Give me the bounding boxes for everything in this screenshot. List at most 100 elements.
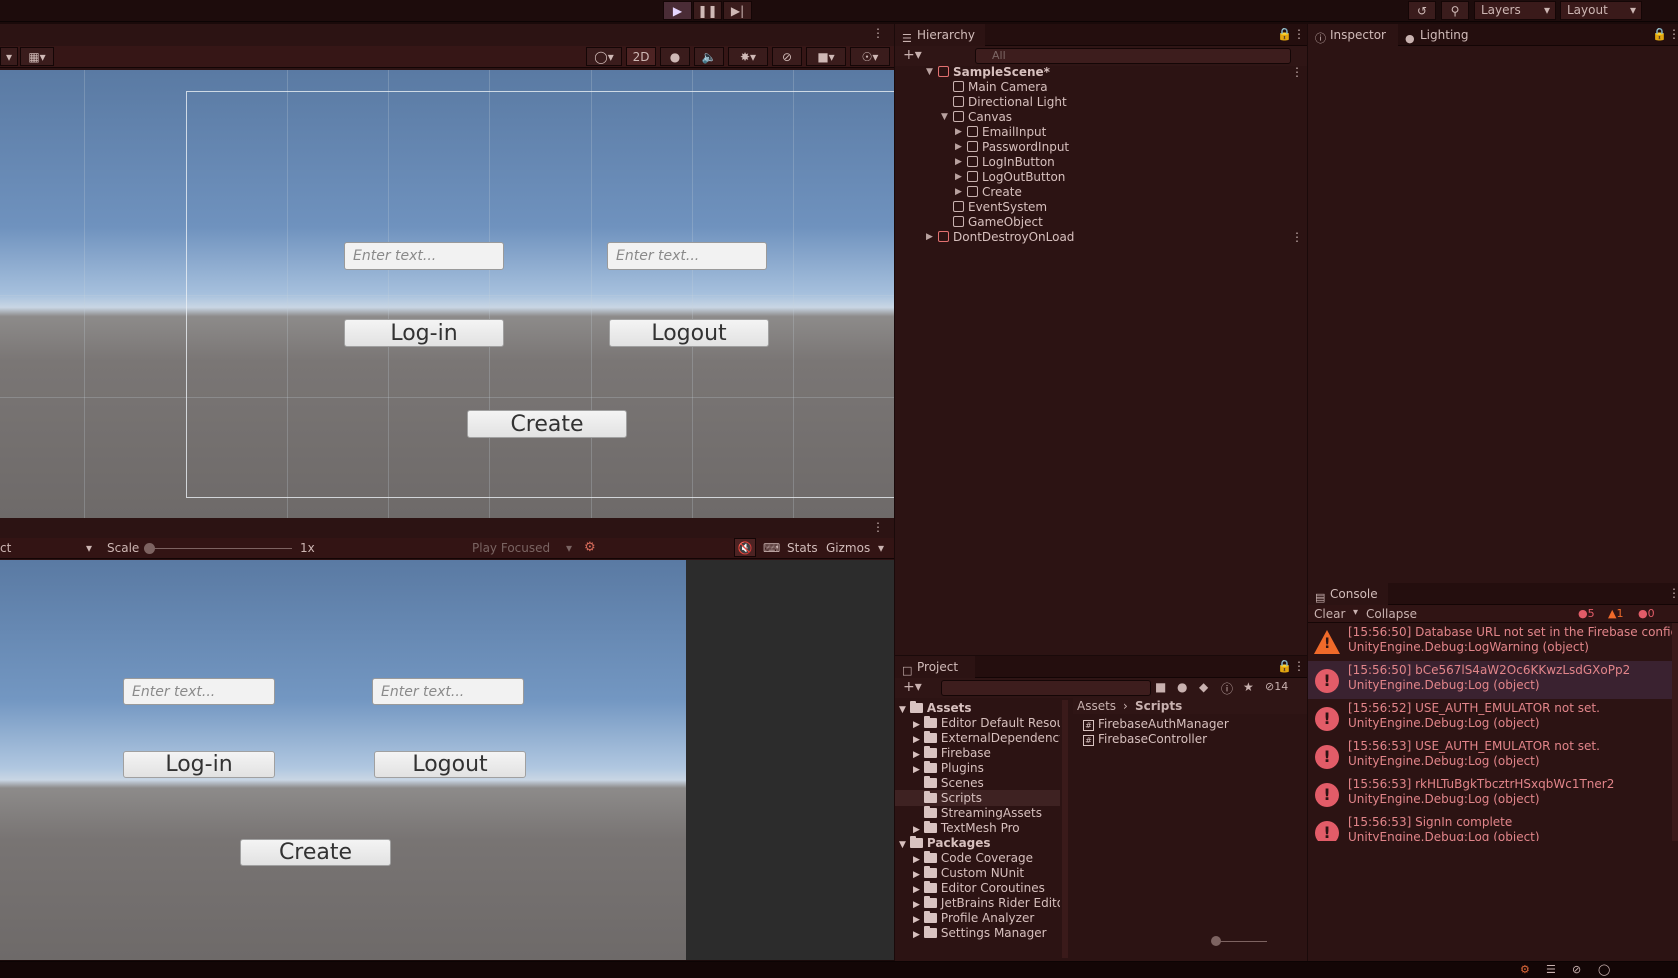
tree-item[interactable]: ▶ ExternalDependency bbox=[913, 730, 1060, 746]
console-entry[interactable]: ! [15:56:50] Database URL not set in the… bbox=[1308, 623, 1678, 661]
error-count-badge[interactable]: ●0 bbox=[1638, 607, 1655, 620]
tab-inspector[interactable]: ⓘ Inspector bbox=[1308, 24, 1398, 46]
display-dropdown[interactable]: ct ▾ bbox=[0, 541, 96, 555]
scale-slider-handle[interactable] bbox=[144, 543, 155, 554]
favorite-star-icon[interactable]: ★ bbox=[1243, 680, 1254, 694]
tree-item[interactable]: ▼ Assets bbox=[899, 700, 972, 716]
effects-toggle-icon[interactable]: ✸▾ bbox=[728, 47, 768, 66]
hidden-packages-icon[interactable]: ⊘14 bbox=[1265, 680, 1288, 693]
tab-hierarchy[interactable]: ☰ Hierarchy bbox=[895, 24, 985, 46]
hierarchy-menu-icon[interactable]: ⋮ bbox=[1293, 27, 1305, 41]
mute-audio-icon[interactable]: 🔇 bbox=[734, 538, 756, 557]
game-login-button[interactable]: Log-in bbox=[123, 751, 275, 778]
bug-icon[interactable]: ⚙ bbox=[584, 540, 596, 555]
layout-dropdown[interactable]: Layout bbox=[1560, 1, 1642, 20]
folder-tree-scrollbar[interactable] bbox=[1062, 700, 1068, 958]
game-logout-button[interactable]: Logout bbox=[374, 751, 526, 778]
scene-menu-icon[interactable]: ⋮ bbox=[872, 26, 884, 40]
step-button[interactable]: ▶| bbox=[723, 1, 752, 20]
hierarchy-item[interactable]: ▼ SampleScene* ⋮ bbox=[895, 64, 1307, 80]
lock-icon[interactable]: 🔒 bbox=[1652, 27, 1667, 41]
console-entry[interactable]: ! [15:56:50] bCe567lS4aW2Oc6KKwzLsdGXoPp… bbox=[1308, 661, 1673, 699]
tree-item[interactable]: ▶ JetBrains Rider Edito bbox=[913, 895, 1060, 911]
hierarchy-item[interactable]: ▶ PasswordInput bbox=[895, 139, 1307, 155]
console-scrollbar[interactable] bbox=[1672, 623, 1678, 841]
tree-item[interactable]: ▶Scenes bbox=[913, 775, 984, 791]
scale-slider-track[interactable] bbox=[150, 548, 292, 549]
game-email-input[interactable]: Enter text... bbox=[123, 678, 275, 705]
visibility-toggle-icon[interactable]: ⊘ bbox=[772, 47, 802, 66]
stats-button[interactable]: Stats bbox=[787, 541, 818, 555]
hierarchy-item[interactable]: ▶ DontDestroyOnLoad ⋮ bbox=[895, 229, 1307, 245]
play-button[interactable]: ▶ bbox=[663, 1, 692, 20]
layers-dropdown[interactable]: Layers bbox=[1474, 1, 1556, 20]
collapse-arrow-icon[interactable]: ▶ bbox=[955, 169, 962, 185]
tree-item[interactable]: ▶StreamingAssets bbox=[913, 805, 1042, 821]
breadcrumb-current[interactable]: Scripts bbox=[1135, 699, 1182, 713]
collapse-arrow-icon[interactable]: ▶ bbox=[955, 184, 962, 200]
clear-button[interactable]: Clear bbox=[1314, 607, 1345, 621]
collapse-arrow-icon[interactable]: ▶ bbox=[955, 139, 962, 155]
hierarchy-item[interactable]: Directional Light bbox=[895, 94, 1307, 110]
script-file[interactable]: # FirebaseController bbox=[1083, 731, 1207, 747]
add-dropdown-icon[interactable]: +▾ bbox=[903, 679, 922, 695]
tag-icon[interactable]: ◆ bbox=[1199, 680, 1208, 694]
grid-snap-icon[interactable]: ▦▾ bbox=[20, 47, 54, 66]
project-menu-icon[interactable]: ⋮ bbox=[1293, 659, 1305, 673]
scene-logout-button[interactable]: Logout bbox=[609, 319, 769, 347]
tree-item[interactable]: ▶ Firebase bbox=[913, 745, 991, 761]
lighting-toggle-icon[interactable]: ● bbox=[660, 47, 690, 66]
scene-password-input[interactable]: Enter text... bbox=[607, 242, 767, 270]
hierarchy-item[interactable]: ▶ LogInButton bbox=[895, 154, 1307, 170]
hierarchy-item[interactable]: ▶ EmailInput bbox=[895, 124, 1307, 140]
tree-item[interactable]: ▶ Plugins bbox=[913, 760, 984, 776]
bug-icon[interactable]: ⚙ bbox=[1520, 963, 1530, 976]
hierarchy-item[interactable]: ▼ Canvas bbox=[895, 109, 1307, 125]
tab-lighting[interactable]: ● Lighting bbox=[1398, 24, 1478, 46]
add-dropdown-icon[interactable]: +▾ bbox=[903, 47, 922, 63]
scene-email-input[interactable]: Enter text... bbox=[344, 242, 504, 270]
console-entry[interactable]: ! [15:56:53] SignIn complete UnityEngine.… bbox=[1308, 813, 1673, 841]
search-button[interactable]: ⚲ bbox=[1441, 1, 1469, 20]
pause-button[interactable]: ❚❚ bbox=[693, 1, 722, 20]
tree-item[interactable]: ▶ Editor Default Resou bbox=[913, 715, 1060, 731]
tab-console[interactable]: ▤ Console bbox=[1308, 583, 1388, 605]
game-password-input[interactable]: Enter text... bbox=[372, 678, 524, 705]
tree-item[interactable]: ▶ Editor Coroutines bbox=[913, 880, 1045, 896]
console-menu-icon[interactable]: ⋮ bbox=[1668, 586, 1678, 600]
hierarchy-item[interactable]: EventSystem bbox=[895, 199, 1307, 215]
progress-status-icon[interactable]: ◯ bbox=[1598, 963, 1610, 976]
tree-item[interactable]: ▶ Settings Manager bbox=[913, 925, 1047, 941]
hierarchy-item[interactable]: ▶ Create bbox=[895, 184, 1307, 200]
icon-size-slider-track[interactable] bbox=[1215, 941, 1267, 942]
scene-login-button[interactable]: Log-in bbox=[344, 319, 504, 347]
search-by-type-icon[interactable]: ■ bbox=[1155, 680, 1166, 694]
scene-canvas[interactable]: Enter text... Enter text... Log-in Logou… bbox=[0, 70, 894, 518]
filter-by-label-icon[interactable]: ● bbox=[1177, 680, 1187, 694]
warning-count-badge[interactable]: ▲1 bbox=[1608, 607, 1623, 620]
2d-toggle-button[interactable]: 2D bbox=[626, 47, 656, 66]
tree-item[interactable]: ▼ Packages bbox=[899, 835, 991, 851]
tree-item[interactable]: ▶ Profile Analyzer bbox=[913, 910, 1034, 926]
scene-tool-dropdown[interactable]: ▾ bbox=[0, 47, 18, 66]
breadcrumb-root[interactable]: Assets bbox=[1077, 699, 1116, 713]
chevron-down-icon[interactable]: ▾ bbox=[1353, 607, 1358, 618]
game-canvas[interactable]: Enter text... Enter text... Log-in Logou… bbox=[0, 560, 686, 960]
visibility-status-icon[interactable]: ⊘ bbox=[1572, 963, 1581, 976]
game-create-button[interactable]: Create bbox=[240, 839, 391, 866]
audio-toggle-icon[interactable]: 🔈 bbox=[694, 47, 724, 66]
expand-arrow-icon[interactable]: ▼ bbox=[941, 109, 948, 125]
icon-size-slider-handle[interactable] bbox=[1211, 936, 1221, 946]
chevron-down-icon[interactable]: ▾ bbox=[878, 541, 884, 555]
tree-item[interactable]: ▶ Code Coverage bbox=[913, 850, 1033, 866]
script-file[interactable]: # FirebaseAuthManager bbox=[1083, 716, 1229, 732]
camera-settings-icon[interactable]: ■▾ bbox=[806, 47, 846, 66]
history-button[interactable]: ↺ bbox=[1408, 1, 1436, 20]
game-menu-icon[interactable]: ⋮ bbox=[872, 520, 884, 534]
scene-menu-icon[interactable]: ⋮ bbox=[1291, 64, 1303, 80]
scene-menu-icon[interactable]: ⋮ bbox=[1291, 229, 1303, 245]
play-focused-dropdown[interactable]: Play Focused ▾ bbox=[472, 541, 576, 555]
alert-icon[interactable]: ⓘ bbox=[1221, 680, 1233, 697]
hierarchy-item[interactable]: ▶ LogOutButton bbox=[895, 169, 1307, 185]
collapse-arrow-icon[interactable]: ▶ bbox=[955, 124, 962, 140]
